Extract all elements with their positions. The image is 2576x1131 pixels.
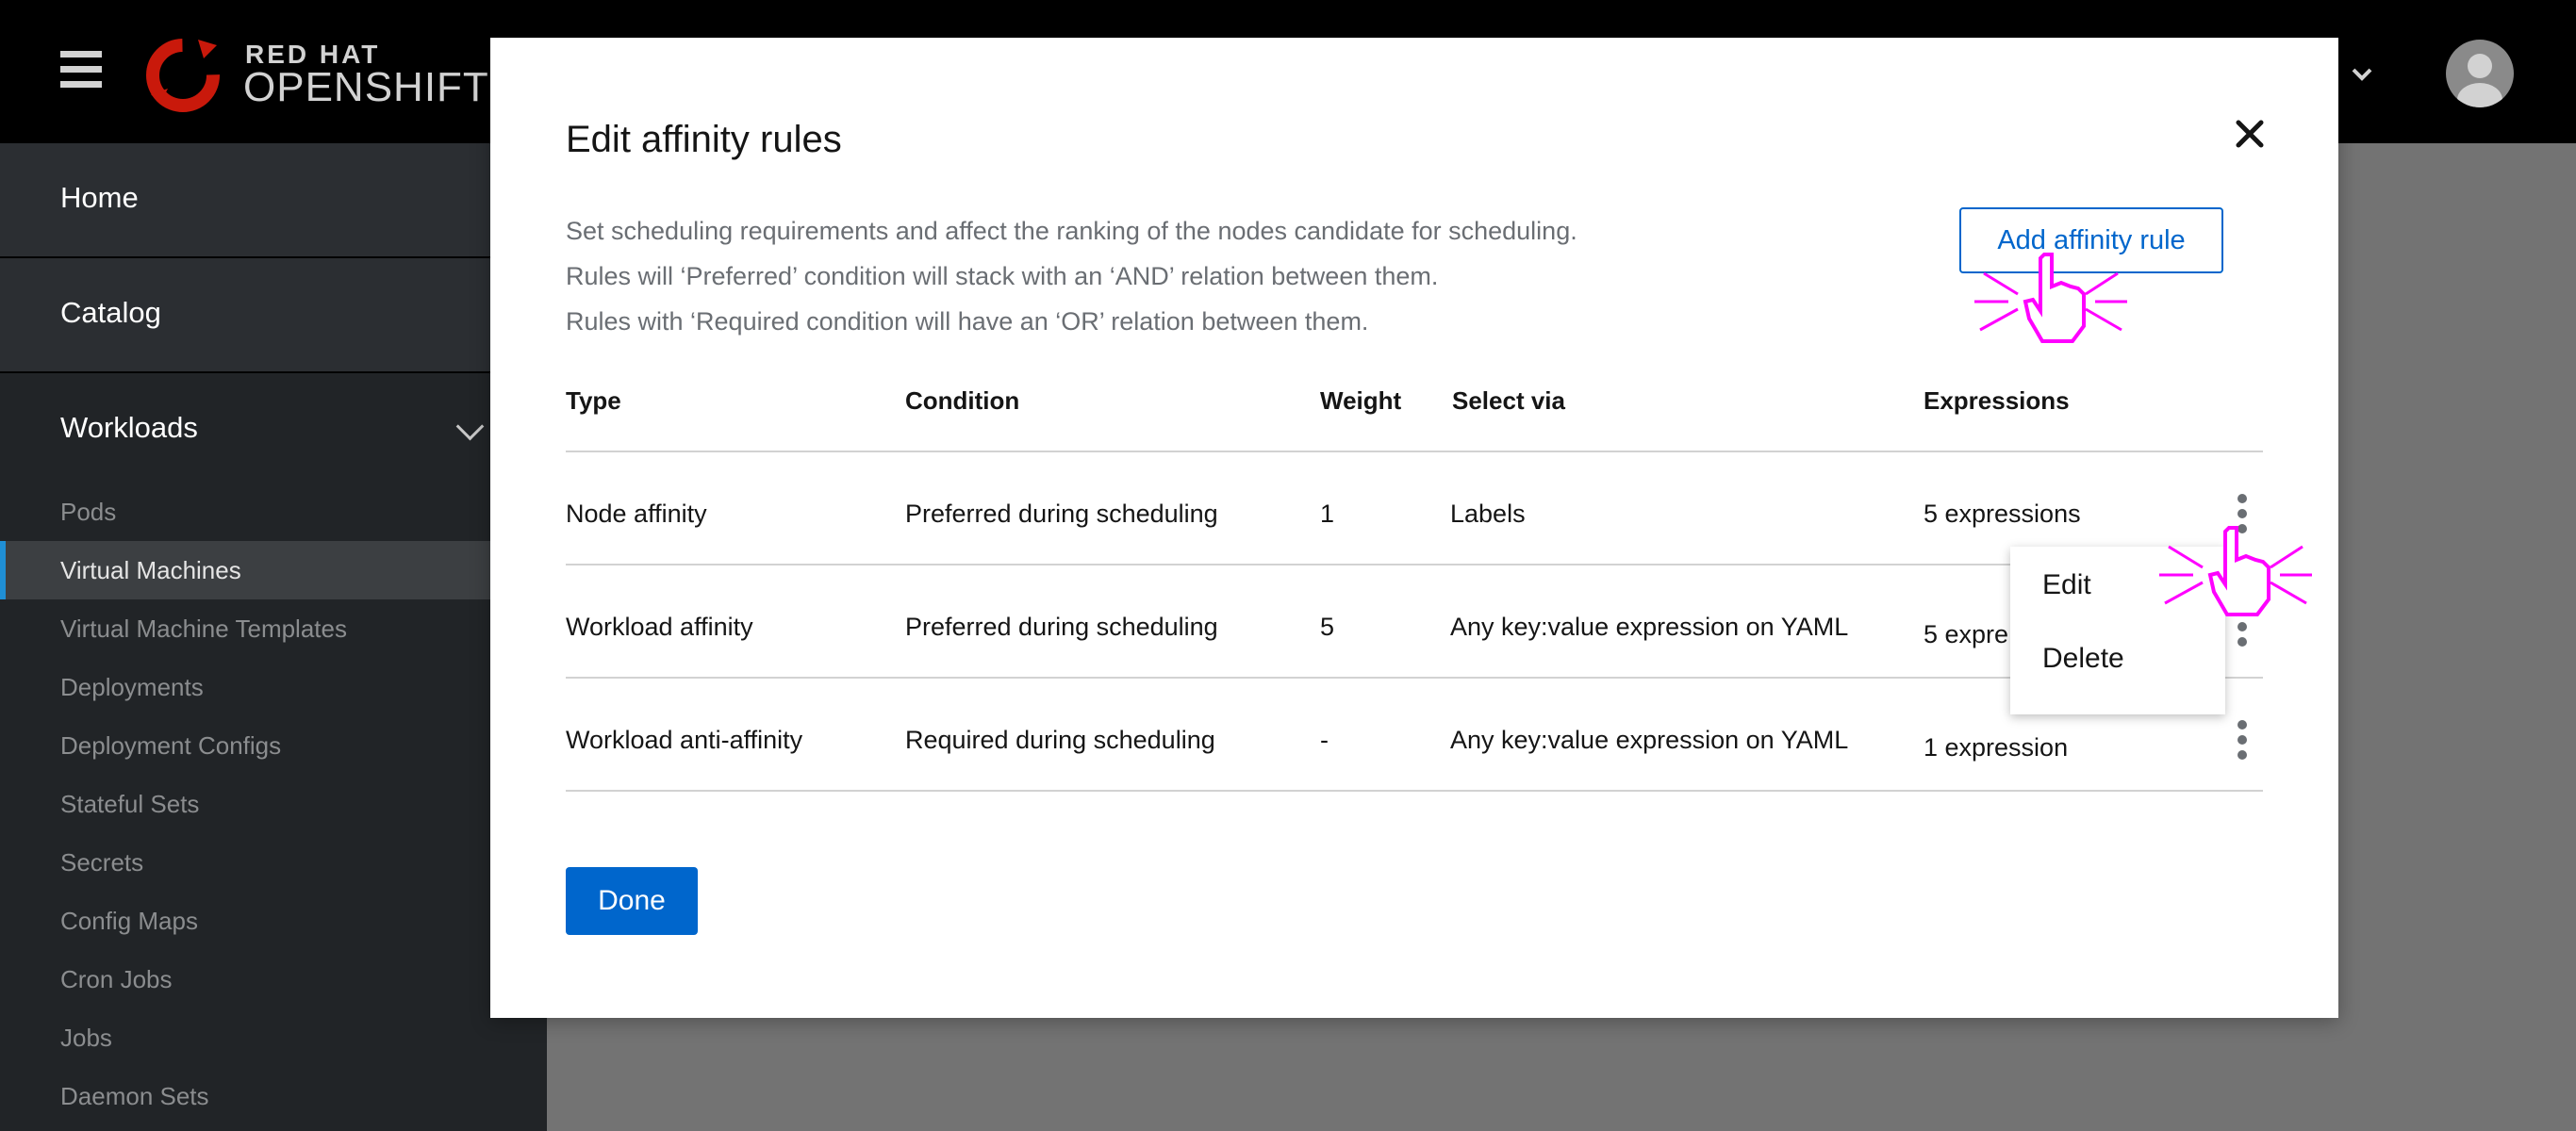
- cell-expressions: 5 expre: [1924, 620, 2009, 648]
- description-line: Rules with ‘Required condition will have…: [566, 307, 1369, 336]
- click-cursor-icon: [1974, 253, 2127, 343]
- sidebar-item-catalog[interactable]: Catalog: [0, 258, 547, 373]
- sidebar-item-home[interactable]: Home: [0, 143, 547, 258]
- openshift-logo[interactable]: RED HAT OPENSHIFT: [141, 26, 488, 117]
- brand-bottom-text: OPENSHIFT: [243, 64, 489, 110]
- edit-affinity-rules-modal: Edit affinity rules Set scheduling requi…: [490, 38, 2338, 1018]
- sidebar-item-label: Workloads: [60, 411, 198, 444]
- column-header-type: Type: [566, 386, 621, 415]
- click-cursor-icon: [2159, 526, 2312, 616]
- cell-select-via: Labels: [1450, 500, 1526, 528]
- sidebar-item-pods[interactable]: Pods: [0, 483, 547, 541]
- menu-item-edit[interactable]: Edit: [2042, 569, 2091, 601]
- row-divider: [566, 790, 2263, 792]
- sidebar-item-label: Cron Jobs: [60, 965, 173, 993]
- avatar[interactable]: [2446, 40, 2514, 107]
- cell-type: Workload anti-affinity: [566, 726, 803, 754]
- description-line: Rules will ‘Preferred’ condition will st…: [566, 262, 1439, 290]
- sidebar-item-stateful-sets[interactable]: Stateful Sets: [0, 775, 547, 833]
- close-icon[interactable]: [2233, 117, 2267, 151]
- row-divider: [566, 677, 2263, 679]
- sidebar-item-label: Daemon Sets: [60, 1082, 209, 1110]
- sidebar-item-virtual-machine-templates[interactable]: Virtual Machine Templates: [0, 599, 547, 658]
- hamburger-menu-icon[interactable]: [60, 51, 102, 89]
- cell-weight: -: [1320, 726, 1329, 754]
- sidebar-item-workloads[interactable]: Workloads: [0, 373, 547, 486]
- column-header-weight: Weight: [1320, 386, 1402, 415]
- column-header-expressions: Expressions: [1924, 386, 2070, 415]
- sidebar-item-label: Stateful Sets: [60, 790, 200, 818]
- cell-condition: Preferred during scheduling: [905, 613, 1218, 641]
- sidebar-item-label: Config Maps: [60, 907, 198, 935]
- redhat-logo-icon: [146, 39, 220, 112]
- sidebar-item-label: Deployments: [60, 673, 204, 701]
- sidebar-item-jobs[interactable]: Jobs: [0, 1008, 547, 1067]
- sidebar-item-label: Virtual Machines: [60, 556, 241, 584]
- done-button[interactable]: Done: [566, 867, 698, 935]
- cell-type: Node affinity: [566, 500, 707, 528]
- cell-select-via: Any key:value expression on YAML: [1450, 613, 1849, 641]
- sidebar-item-label: Deployment Configs: [60, 731, 282, 760]
- cell-condition: Preferred during scheduling: [905, 500, 1218, 528]
- sidebar-item-label: Catalog: [60, 296, 161, 329]
- sidebar-item-label: Virtual Machine Templates: [60, 615, 347, 643]
- sidebar-item-config-maps[interactable]: Config Maps: [0, 892, 547, 950]
- sidebar-item-deployment-configs[interactable]: Deployment Configs: [0, 716, 547, 775]
- cell-expressions: 1 expression: [1924, 733, 2069, 762]
- cell-weight: 5: [1320, 613, 1335, 641]
- sidebar-item-label: Secrets: [60, 848, 144, 877]
- cell-expressions: 5 expressions: [1924, 500, 2081, 528]
- sidebar-item-virtual-machines[interactable]: Virtual Machines: [0, 541, 547, 599]
- sidebar-item-label: Jobs: [60, 1024, 112, 1052]
- description-line: Set scheduling requirements and affect t…: [566, 217, 1577, 245]
- sidebar: Home Catalog Workloads Pods Virtual Mach…: [0, 143, 547, 1131]
- cell-select-via: Any key:value expression on YAML: [1450, 726, 1849, 754]
- sidebar-item-label: Home: [60, 181, 139, 214]
- row-divider: [566, 564, 2263, 566]
- sidebar-item-cron-jobs[interactable]: Cron Jobs: [0, 950, 547, 1008]
- cell-type: Workload affinity: [566, 613, 753, 641]
- sidebar-item-deployments[interactable]: Deployments: [0, 658, 547, 716]
- sidebar-item-label: Pods: [60, 498, 117, 526]
- cell-condition: Required during scheduling: [905, 726, 1215, 754]
- chevron-down-icon: [455, 412, 485, 441]
- menu-item-delete[interactable]: Delete: [2042, 643, 2124, 675]
- modal-title: Edit affinity rules: [566, 119, 842, 160]
- sidebar-item-secrets[interactable]: Secrets: [0, 833, 547, 892]
- row-divider: [566, 451, 2263, 452]
- cell-weight: 1: [1320, 500, 1335, 528]
- column-header-condition: Condition: [905, 386, 1020, 415]
- user-icon: [2457, 54, 2502, 107]
- sidebar-item-daemon-sets[interactable]: Daemon Sets: [0, 1067, 547, 1125]
- column-header-select-via: Select via: [1452, 386, 1565, 415]
- row-actions-kebab-icon[interactable]: [2237, 720, 2248, 762]
- chevron-down-icon: [2352, 68, 2372, 81]
